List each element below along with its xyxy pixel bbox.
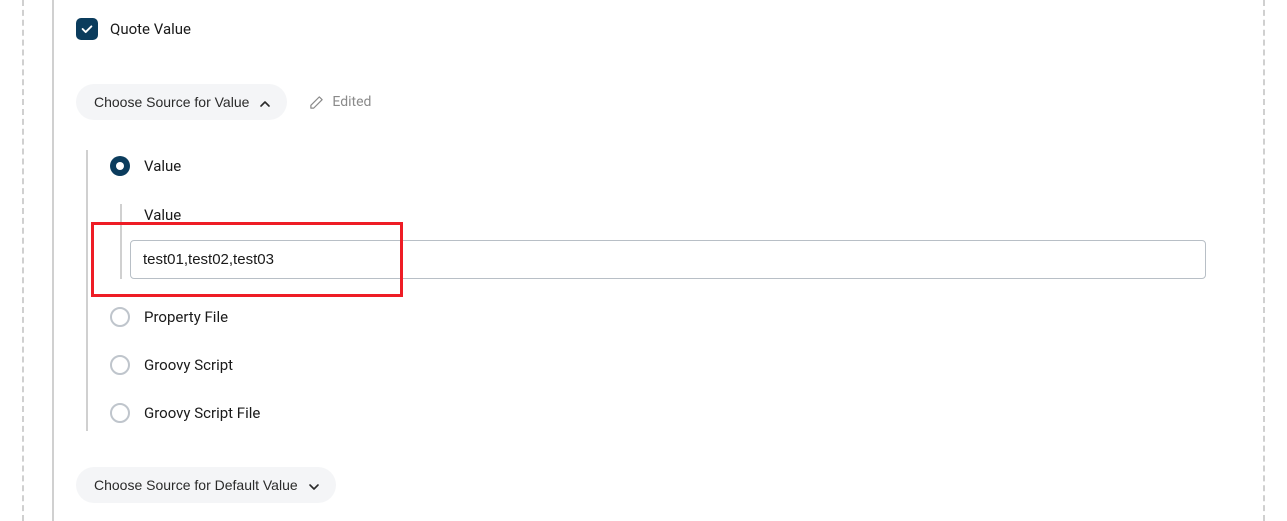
radio-row-groovy-script: Groovy Script	[110, 355, 1263, 375]
edited-label: Edited	[332, 94, 371, 110]
choose-source-value-label: Choose Source for Value	[94, 94, 249, 110]
pencil-icon	[309, 95, 324, 110]
value-field-label: Value	[144, 204, 1263, 224]
source-pill-row: Choose Source for Value Edited	[76, 84, 1263, 120]
chevron-down-icon	[308, 480, 318, 490]
choose-source-value-button[interactable]: Choose Source for Value	[76, 84, 287, 120]
radio-property-file[interactable]	[110, 307, 130, 327]
radio-groovy-script[interactable]	[110, 355, 130, 375]
radio-groovy-script-file[interactable]	[110, 403, 130, 423]
quote-value-label: Quote Value	[110, 20, 191, 38]
radio-row-groovy-script-file: Groovy Script File	[110, 403, 1263, 423]
value-input[interactable]	[130, 240, 1206, 279]
edited-indicator: Edited	[309, 94, 371, 110]
radio-property-file-label: Property File	[144, 308, 228, 326]
radio-value-label: Value	[144, 157, 181, 175]
radio-groovy-script-label: Groovy Script	[144, 356, 233, 374]
quote-value-checkbox[interactable]	[76, 18, 98, 40]
chevron-up-icon	[259, 97, 269, 107]
value-subsection: Value	[120, 204, 1263, 279]
choose-source-default-value-label: Choose Source for Default Value	[94, 477, 298, 493]
check-icon	[80, 22, 94, 36]
radio-groovy-script-file-label: Groovy Script File	[144, 404, 260, 422]
choose-source-default-value-button[interactable]: Choose Source for Default Value	[76, 467, 336, 503]
quote-value-row: Quote Value	[76, 18, 1263, 40]
radio-value[interactable]	[110, 156, 130, 176]
radio-row-value: Value	[110, 156, 1263, 176]
radio-section: Value Value Property File Groovy Script …	[86, 150, 1263, 431]
radio-row-property-file: Property File	[110, 307, 1263, 327]
